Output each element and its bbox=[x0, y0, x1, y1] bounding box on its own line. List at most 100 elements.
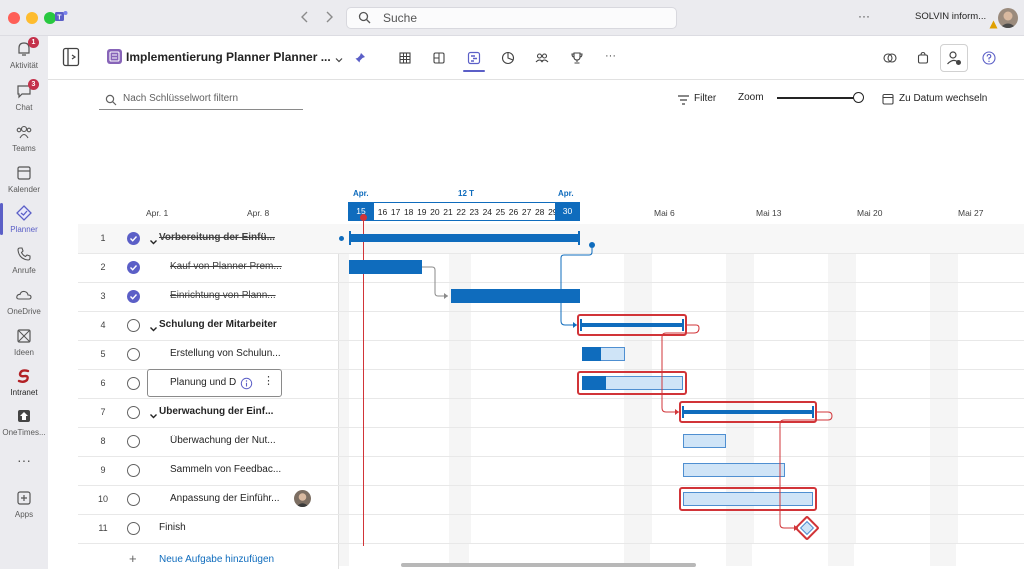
day-cell[interactable]: 26 bbox=[507, 204, 520, 220]
zoom-slider-track[interactable] bbox=[777, 97, 859, 99]
rail-item-label: Intranet bbox=[10, 388, 38, 397]
tab-grid[interactable] bbox=[396, 49, 414, 67]
task-bar-10[interactable] bbox=[683, 492, 813, 506]
more-options-button[interactable]: ··· bbox=[858, 9, 870, 23]
day-cell[interactable]: 23 bbox=[468, 204, 481, 220]
task-name[interactable]: Überwachung der Einf... bbox=[159, 406, 273, 417]
summary-bar-task-4[interactable] bbox=[581, 323, 683, 327]
task-bar-8[interactable] bbox=[683, 434, 726, 448]
drag-handle-left[interactable] bbox=[339, 236, 344, 241]
tab-charts[interactable] bbox=[499, 49, 517, 67]
task-name[interactable]: Anpassung der Einführ... bbox=[170, 493, 280, 504]
pin-icon[interactable] bbox=[354, 51, 366, 63]
rail-item-activity[interactable]: 1 Aktivität bbox=[0, 37, 48, 70]
members-button[interactable] bbox=[940, 44, 968, 72]
horizontal-scrollbar[interactable] bbox=[401, 563, 696, 567]
rail-item-planner[interactable]: Planner bbox=[0, 204, 48, 234]
summary-bar-task-7[interactable] bbox=[683, 410, 813, 414]
plan-title[interactable]: Implementierung Planner Planner ... bbox=[126, 50, 331, 64]
tab-people[interactable] bbox=[533, 49, 551, 67]
task-name[interactable]: Einrichtung von Plann... bbox=[170, 290, 276, 301]
task-name[interactable]: Finish bbox=[159, 522, 186, 533]
minimize-window-button[interactable] bbox=[26, 12, 38, 24]
task-complete-checkbox[interactable] bbox=[127, 261, 140, 274]
task-complete-checkbox[interactable] bbox=[127, 435, 140, 448]
zoom-slider-thumb[interactable] bbox=[853, 92, 864, 103]
tab-board[interactable] bbox=[430, 49, 448, 67]
day-cell[interactable]: 19 bbox=[415, 204, 428, 220]
day-cell[interactable]: 25 bbox=[494, 204, 507, 220]
task-bar-2[interactable] bbox=[349, 260, 422, 274]
plan-header: Implementierung Planner Planner ... ··· bbox=[48, 36, 1024, 80]
rail-item-calendar[interactable]: Kalender bbox=[0, 164, 48, 194]
chevron-down-icon[interactable] bbox=[149, 234, 158, 245]
goto-date-button[interactable]: Zu Datum wechseln bbox=[899, 93, 987, 104]
day-cell[interactable]: 21 bbox=[442, 204, 455, 220]
day-cell[interactable]: 28 bbox=[533, 204, 546, 220]
help-button[interactable] bbox=[980, 49, 998, 67]
row-separator bbox=[78, 456, 1024, 457]
close-window-button[interactable] bbox=[8, 12, 20, 24]
more-tabs-button[interactable]: ··· bbox=[605, 50, 616, 62]
task-name[interactable]: Sammeln von Feedbac... bbox=[170, 464, 281, 475]
trophy-icon bbox=[571, 52, 583, 64]
task-more-icon[interactable]: ⋮ bbox=[263, 374, 274, 387]
task-name[interactable]: Planung und D bbox=[170, 377, 236, 388]
global-search-input[interactable]: Suche bbox=[346, 7, 677, 29]
chevron-down-icon[interactable] bbox=[149, 408, 158, 419]
day-cell[interactable]: 30 bbox=[555, 203, 580, 220]
rail-more-apps-button[interactable]: ··· bbox=[0, 452, 48, 468]
info-icon[interactable] bbox=[240, 377, 253, 390]
tab-goals[interactable] bbox=[568, 49, 586, 67]
task-bar-3[interactable] bbox=[451, 289, 580, 303]
task-name[interactable]: Überwachung der Nut... bbox=[170, 435, 276, 446]
summary-bar-task-1[interactable] bbox=[350, 234, 580, 242]
copilot-button[interactable] bbox=[881, 49, 899, 67]
tab-timeline[interactable] bbox=[465, 49, 483, 67]
day-cell[interactable]: 20 bbox=[428, 204, 441, 220]
chevron-down-icon[interactable] bbox=[149, 321, 158, 332]
day-cell[interactable]: 24 bbox=[481, 204, 494, 220]
rail-item-apps[interactable]: Apps bbox=[0, 489, 48, 519]
share-button[interactable] bbox=[914, 49, 932, 67]
drag-handle-right[interactable] bbox=[589, 242, 595, 248]
back-arrow-icon[interactable] bbox=[298, 10, 312, 24]
calendar-goto-icon[interactable] bbox=[882, 92, 894, 105]
filter-icon[interactable] bbox=[677, 93, 690, 105]
rail-item-onetimesheet[interactable]: OneTimes... bbox=[0, 407, 48, 437]
day-cell[interactable]: 18 bbox=[402, 204, 415, 220]
org-name[interactable]: SOLVIN inform... bbox=[915, 11, 986, 22]
rail-item-chat[interactable]: 3 Chat bbox=[0, 79, 48, 112]
task-complete-checkbox[interactable] bbox=[127, 464, 140, 477]
task-complete-checkbox[interactable] bbox=[127, 319, 140, 332]
assignee-avatar[interactable] bbox=[294, 490, 311, 507]
forward-arrow-icon[interactable] bbox=[322, 10, 336, 24]
rail-item-calls[interactable]: Anrufe bbox=[0, 245, 48, 275]
rail-item-ideas[interactable]: Ideen bbox=[0, 327, 48, 357]
filter-button[interactable]: Filter bbox=[694, 93, 716, 104]
day-cell[interactable]: 16 bbox=[376, 204, 389, 220]
sidebar-toggle-icon[interactable] bbox=[62, 47, 80, 67]
task-complete-checkbox[interactable] bbox=[127, 290, 140, 303]
task-complete-checkbox[interactable] bbox=[127, 522, 140, 535]
add-task-button[interactable]: Neue Aufgabe hinzufügen bbox=[159, 554, 274, 565]
task-complete-checkbox[interactable] bbox=[127, 406, 140, 419]
task-bar-9[interactable] bbox=[683, 463, 785, 477]
chevron-down-icon[interactable] bbox=[334, 52, 344, 63]
user-avatar[interactable] bbox=[998, 8, 1018, 28]
task-name[interactable]: Schulung der Mitarbeiter bbox=[159, 319, 277, 330]
rail-item-teams[interactable]: Teams bbox=[0, 123, 48, 153]
task-complete-checkbox[interactable] bbox=[127, 232, 140, 245]
task-complete-checkbox[interactable] bbox=[127, 493, 140, 506]
rail-item-intranet[interactable]: Intranet bbox=[0, 367, 48, 397]
task-name[interactable]: Vorbereitung der Einfü... bbox=[159, 232, 275, 243]
task-complete-checkbox[interactable] bbox=[127, 348, 140, 361]
task-complete-checkbox[interactable] bbox=[127, 377, 140, 390]
rail-item-onedrive[interactable]: OneDrive bbox=[0, 286, 48, 316]
task-name[interactable]: Kauf von Planner Prem... bbox=[170, 261, 282, 272]
add-task-icon[interactable]: + bbox=[129, 551, 137, 566]
day-cell[interactable]: 27 bbox=[520, 204, 533, 220]
task-name[interactable]: Erstellung von Schulun... bbox=[170, 348, 281, 359]
day-cell[interactable]: 22 bbox=[455, 204, 468, 220]
day-cell[interactable]: 17 bbox=[389, 204, 402, 220]
